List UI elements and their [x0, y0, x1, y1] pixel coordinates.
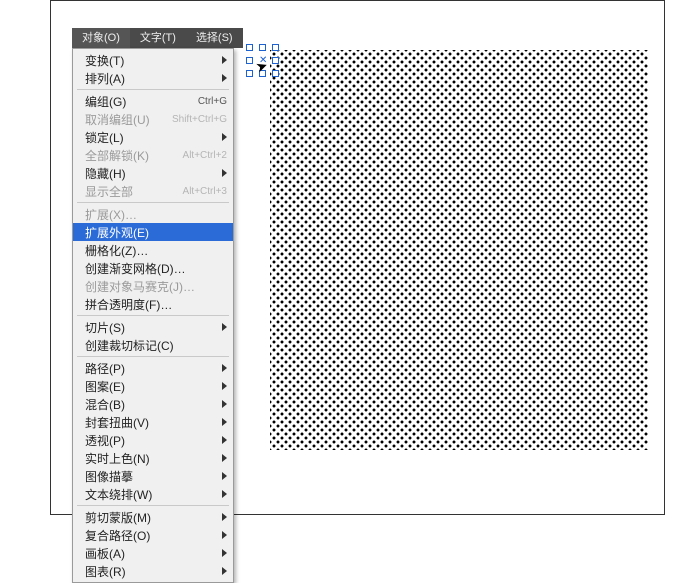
menu-item[interactable]: 编组(G) Ctrl+G [73, 92, 233, 110]
menu-item[interactable]: 透视(P) [73, 431, 233, 449]
menu-object[interactable]: 对象(O) [72, 28, 130, 48]
menu-item[interactable]: 排列(A) [73, 69, 233, 87]
submenu-arrow-icon [222, 169, 227, 177]
object-menu-dropdown: 变换(T)排列(A) 编组(G) Ctrl+G 取消编组(U) Shift+Ctrl+G… [72, 48, 234, 583]
menu-item-label: 文本绕排(W) [85, 486, 216, 503]
menu-item-label: 锁定(L) [85, 129, 216, 146]
menu-item-label: 变换(T) [85, 52, 216, 69]
menu-item-label: 实时上色(N) [85, 450, 216, 467]
menu-separator [77, 89, 229, 90]
menu-type[interactable]: 文字(T) [130, 28, 186, 48]
menu-item[interactable]: 图表(R) [73, 562, 233, 580]
menu-label: 文字(T) [140, 32, 176, 44]
menu-item-label: 图像描摹 [85, 468, 216, 485]
menu-item[interactable]: 切片(S) [73, 318, 233, 336]
menu-item[interactable]: 图像描摹 [73, 467, 233, 485]
menu-item[interactable]: 画板(A) [73, 544, 233, 562]
menu-separator [77, 356, 229, 357]
submenu-arrow-icon [222, 382, 227, 390]
submenu-arrow-icon [222, 549, 227, 557]
menu-item: 全部解锁(K) Alt+Ctrl+2 [73, 146, 233, 164]
menu-item: 创建对象马赛克(J)… [73, 277, 233, 295]
menu-item-label: 扩展(X)… [85, 206, 227, 223]
menu-item[interactable]: 实时上色(N) [73, 449, 233, 467]
handle-se[interactable] [272, 70, 279, 77]
menu-item[interactable]: 变换(T) [73, 51, 233, 69]
menubar: 对象(O) 文字(T) 选择(S) [72, 28, 243, 48]
submenu-arrow-icon [222, 531, 227, 539]
submenu-arrow-icon [222, 436, 227, 444]
submenu-arrow-icon [222, 133, 227, 141]
menu-separator [77, 315, 229, 316]
menu-label: 对象(O) [82, 32, 120, 44]
menu-item-label: 栅格化(Z)… [85, 242, 227, 259]
menu-item: 扩展(X)… [73, 205, 233, 223]
menu-item-shortcut: Alt+Ctrl+2 [183, 150, 227, 161]
menu-item-label: 图案(E) [85, 378, 216, 395]
menu-item-label: 路径(P) [85, 360, 216, 377]
menu-item: 显示全部 Alt+Ctrl+3 [73, 182, 233, 200]
menu-item[interactable]: 封套扭曲(V) [73, 413, 233, 431]
submenu-arrow-icon [222, 418, 227, 426]
menu-item-shortcut: Shift+Ctrl+G [172, 114, 227, 125]
handle-w[interactable] [246, 57, 253, 64]
menu-item-label: 创建对象马赛克(J)… [85, 278, 227, 295]
menu-item-label: 全部解锁(K) [85, 147, 177, 164]
menu-item[interactable]: 剪切蒙版(M) [73, 508, 233, 526]
submenu-arrow-icon [222, 364, 227, 372]
handle-n[interactable] [259, 44, 266, 51]
menu-label: 选择(S) [196, 32, 233, 44]
menu-item[interactable]: 创建裁切标记(C) [73, 336, 233, 354]
submenu-arrow-icon [222, 56, 227, 64]
menu-item-label: 图表(R) [85, 563, 216, 580]
menu-item-label: 封套扭曲(V) [85, 414, 216, 431]
menu-item-label: 编组(G) [85, 93, 192, 110]
menu-item-shortcut: Alt+Ctrl+3 [183, 186, 227, 197]
submenu-arrow-icon [222, 400, 227, 408]
menu-item-label: 显示全部 [85, 183, 177, 200]
menu-item-label: 剪切蒙版(M) [85, 509, 216, 526]
menu-item-label: 拼合透明度(F)… [85, 296, 227, 313]
menu-item[interactable]: 混合(B) [73, 395, 233, 413]
submenu-arrow-icon [222, 323, 227, 331]
menu-item-label: 排列(A) [85, 70, 216, 87]
handle-sw[interactable] [246, 70, 253, 77]
menu-item[interactable]: 复合路径(O) [73, 526, 233, 544]
menu-separator [77, 202, 229, 203]
menu-item[interactable]: 文本绕排(W) [73, 485, 233, 503]
halftone-pattern-object[interactable] [270, 50, 648, 450]
menu-item-label: 取消编组(U) [85, 111, 166, 128]
menu-item[interactable]: 扩展外观(E) [73, 223, 233, 241]
menu-item-label: 透视(P) [85, 432, 216, 449]
handle-e[interactable] [272, 57, 279, 64]
menu-item-label: 混合(B) [85, 396, 216, 413]
handle-ne[interactable] [272, 44, 279, 51]
menu-item-label: 扩展外观(E) [85, 224, 227, 241]
menu-item-label: 切片(S) [85, 319, 216, 336]
menu-select[interactable]: 选择(S) [186, 28, 243, 48]
menu-item-label: 创建渐变网格(D)… [85, 260, 227, 277]
menu-item-label: 复合路径(O) [85, 527, 216, 544]
menu-item[interactable]: 拼合透明度(F)… [73, 295, 233, 313]
menu-item[interactable]: 路径(P) [73, 359, 233, 377]
menu-separator [77, 505, 229, 506]
submenu-arrow-icon [222, 472, 227, 480]
handle-nw[interactable] [246, 44, 253, 51]
submenu-arrow-icon [222, 513, 227, 521]
menu-item[interactable]: 锁定(L) [73, 128, 233, 146]
menu-item-label: 隐藏(H) [85, 165, 216, 182]
menu-item[interactable]: 创建渐变网格(D)… [73, 259, 233, 277]
menu-item-shortcut: Ctrl+G [198, 96, 227, 107]
menu-item[interactable]: 隐藏(H) [73, 164, 233, 182]
submenu-arrow-icon [222, 490, 227, 498]
submenu-arrow-icon [222, 74, 227, 82]
menu-item-label: 创建裁切标记(C) [85, 337, 227, 354]
menu-item: 取消编组(U) Shift+Ctrl+G [73, 110, 233, 128]
submenu-arrow-icon [222, 567, 227, 575]
menu-item-label: 画板(A) [85, 545, 216, 562]
menu-item[interactable]: 栅格化(Z)… [73, 241, 233, 259]
menu-item[interactable]: 图案(E) [73, 377, 233, 395]
submenu-arrow-icon [222, 454, 227, 462]
